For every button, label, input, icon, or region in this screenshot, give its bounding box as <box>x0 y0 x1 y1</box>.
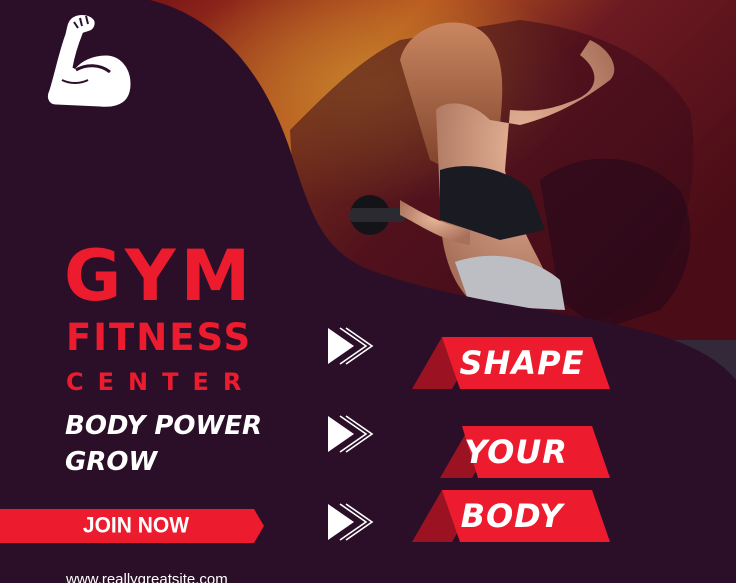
flexed-bicep-icon <box>44 12 134 110</box>
banner-your: YOUR <box>412 426 612 478</box>
website-url[interactable]: www.reallygreatsite.com <box>66 572 228 583</box>
triple-chevron-right-icon <box>328 415 374 453</box>
fitness-poster: GYM FITNESS CENTER BODY POWER GROW JOIN … <box>0 0 736 583</box>
title-gym: GYM <box>64 235 256 317</box>
join-now-label: JOIN NOW <box>82 513 190 538</box>
title-fitness: FITNESS <box>66 316 253 359</box>
banner-body: BODY <box>412 490 612 542</box>
triple-chevron-right-icon <box>328 327 374 365</box>
tagline: BODY POWER GROW <box>65 411 262 477</box>
banner-label-your: YOUR <box>464 433 568 471</box>
banner-label-shape: SHAPE <box>459 344 585 382</box>
banner-label-body: BODY <box>460 497 564 535</box>
join-now-button[interactable]: JOIN NOW <box>0 509 264 543</box>
banner-shape: SHAPE <box>412 337 612 389</box>
title-center: CENTER <box>66 368 256 396</box>
triple-chevron-right-icon <box>328 503 374 541</box>
